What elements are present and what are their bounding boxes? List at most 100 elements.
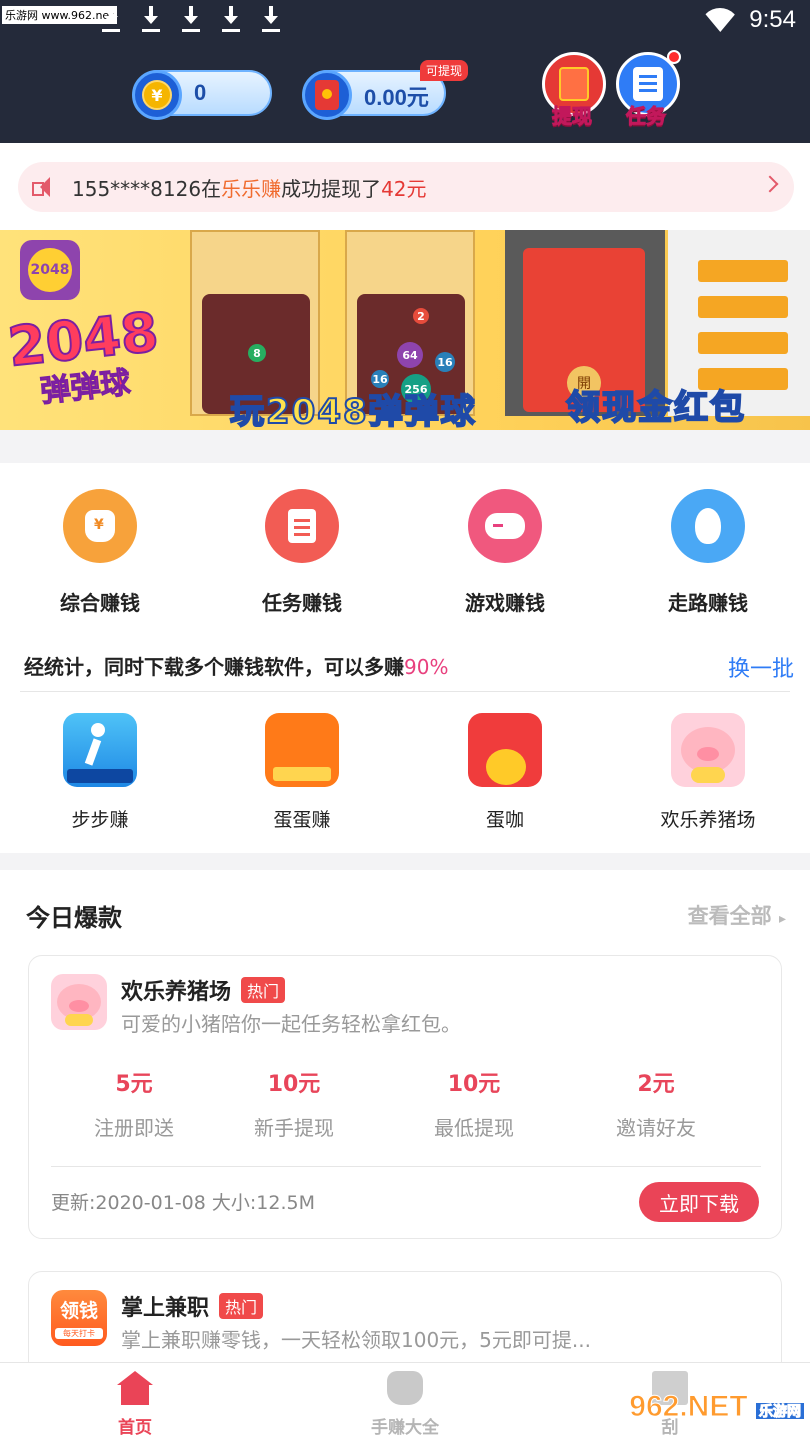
chevron-right-icon [761,175,779,193]
promo-banner[interactable]: 2048 2048 弹弹球 8 64 16 16 256 2 開 玩2048弹弹… [0,230,810,430]
app-label: 欢乐养猪场 [660,809,756,831]
stats-row: 经统计，同时下载多个赚钱软件，可以多赚90% 换一批 [24,651,794,691]
section-title: 今日爆款 [26,904,122,932]
hot-today-panel: 今日爆款 查看全部 ▸ 欢乐养猪场 热门 可爱的小猪陪你一起任务轻松拿红包。 5元… [0,870,810,1401]
category-task[interactable]: 任务赚钱 [227,489,377,616]
card-description: 掌上兼职赚零钱，一天轻松领取100元，5元即可提... [121,1328,591,1352]
category-label: 走路赚钱 [668,591,748,615]
metric-value: 2元 [637,1072,675,1097]
egg-app-icon [265,713,339,787]
download-button[interactable]: 立即下载 [639,1182,759,1222]
app-card[interactable]: 欢乐养猪场 热门 可爱的小猪陪你一起任务轻松拿红包。 5元 注册即送 10元 新手… [28,955,782,1239]
category-walk[interactable]: 走路赚钱 [633,489,783,616]
category-label: 综合赚钱 [60,591,140,615]
download-icon [220,6,242,32]
category-panel: 综合赚钱 任务赚钱 游戏赚钱 走路赚钱 经统计，同时下载多个赚钱软件，可以多赚9… [0,463,810,853]
download-icon [260,6,282,32]
task-label: 任务 [626,104,667,129]
money-bag-icon [63,489,137,563]
hot-tag: 热门 [219,1293,264,1319]
walking-person-icon [63,713,137,787]
withdraw-label: 提现 [552,104,593,129]
task-list-icon [633,67,663,101]
status-right: 9:54 [703,6,796,34]
icon-text: 领钱 [59,1300,98,1322]
caret-right-icon: ▸ [778,911,786,927]
card-title: 欢乐养猪场 热门 [121,974,286,1006]
game-logo: 2048 [20,240,80,300]
hot-tag: 热门 [241,977,286,1003]
category-general[interactable]: 综合赚钱 [25,489,175,616]
stats-text: 经统计，同时下载多个赚钱软件，可以多赚90% [24,655,449,679]
notice-middle: 成功提现了 [281,176,382,201]
notification-dot [667,50,681,64]
coin-balance[interactable]: ¥ 0 [132,70,272,120]
cash-value: 0.00元 [364,85,429,110]
metric-value: 10元 [267,1072,321,1097]
app-bubuzhuan[interactable]: 步步赚 [25,713,175,832]
red-envelope-icon [559,67,589,101]
egg-chick-icon [468,713,542,787]
app-dandanzhuan[interactable]: 蛋蛋赚 [227,713,377,832]
nav-app-list[interactable]: 手赚大全 [345,1371,465,1438]
card-meta: 更新:2020-01-08 大小:12.5M [51,1192,315,1214]
divider [51,1166,761,1167]
app-label: 蛋咖 [485,809,524,831]
download-icon [140,6,162,32]
withdraw-notice[interactable]: 155****8126在乐乐赚成功提现了42元 [18,162,794,212]
home-icon [117,1371,153,1405]
metric-label: 注册即送 [94,1116,174,1140]
coin-value: 0 [194,80,207,105]
money-bag-icon [387,1371,423,1405]
pig-icon [51,974,107,1030]
app-danka[interactable]: 蛋咖 [430,713,580,832]
notice-app: 乐乐赚 [221,176,282,201]
stats-percent: 90% [404,655,449,679]
card-title: 掌上兼职 热门 [121,1290,264,1322]
gamepad-icon [468,489,542,563]
banner-subtitle: 弹弹球 [38,365,132,410]
nav-label: 手赚大全 [371,1418,439,1438]
category-game[interactable]: 游戏赚钱 [430,489,580,616]
download-icon [100,6,122,32]
clipboard-icon [265,489,339,563]
notice-section: 155****8126在乐乐赚成功提现了42元 [0,143,810,230]
metric: 10元 新手提现 [209,1066,379,1141]
withdrawable-badge: 可提现 [420,60,469,81]
notice-amount: 42元 [381,176,427,201]
corner-watermark: 962.NET 乐游网 [629,1390,804,1424]
coin-icon: ¥ [132,70,182,120]
refresh-button[interactable]: 换一批 [728,651,794,683]
metric: 2元 邀请好友 [571,1066,741,1141]
notice-text: 155****8126在乐乐赚成功提现了42元 [72,173,427,202]
divider [20,691,790,692]
notification-icons [100,6,282,32]
metric: 5元 注册即送 [49,1066,219,1141]
download-icon [180,6,202,32]
category-label: 任务赚钱 [262,591,342,615]
app-pig-farm[interactable]: 欢乐养猪场 [633,713,783,832]
part-time-app-icon: 领钱 每天打卡 [51,1290,107,1346]
metric: 10元 最低提现 [389,1066,559,1141]
speaker-icon [32,177,56,197]
wifi-icon [703,8,737,32]
clock: 9:54 [749,6,796,33]
banner-cta-left: 玩2048弹弹球 [229,391,477,430]
app-label: 步步赚 [71,809,129,831]
metric-value: 10元 [447,1072,501,1097]
card-description: 可爱的小猪陪你一起任务轻松拿红包。 [121,1012,461,1036]
metric-value: 5元 [115,1072,153,1097]
nav-label: 首页 [118,1418,152,1438]
icon-subtext: 每天打卡 [55,1328,103,1339]
see-all-link[interactable]: 查看全部 ▸ [688,900,786,930]
banner-cta-right: 领现金红包 [565,387,746,429]
pig-icon [671,713,745,787]
top-header: 乐游网 www.962.net 9:54 ¥ 0 0.00元 可提现 提现 任务 [0,0,810,143]
metric-label: 新手提现 [254,1116,334,1140]
category-label: 游戏赚钱 [465,591,545,615]
footprint-icon [671,489,745,563]
app-label: 蛋蛋赚 [273,809,331,831]
metric-label: 邀请好友 [616,1116,696,1140]
red-envelope-icon [302,70,352,120]
nav-home[interactable]: 首页 [75,1371,195,1438]
